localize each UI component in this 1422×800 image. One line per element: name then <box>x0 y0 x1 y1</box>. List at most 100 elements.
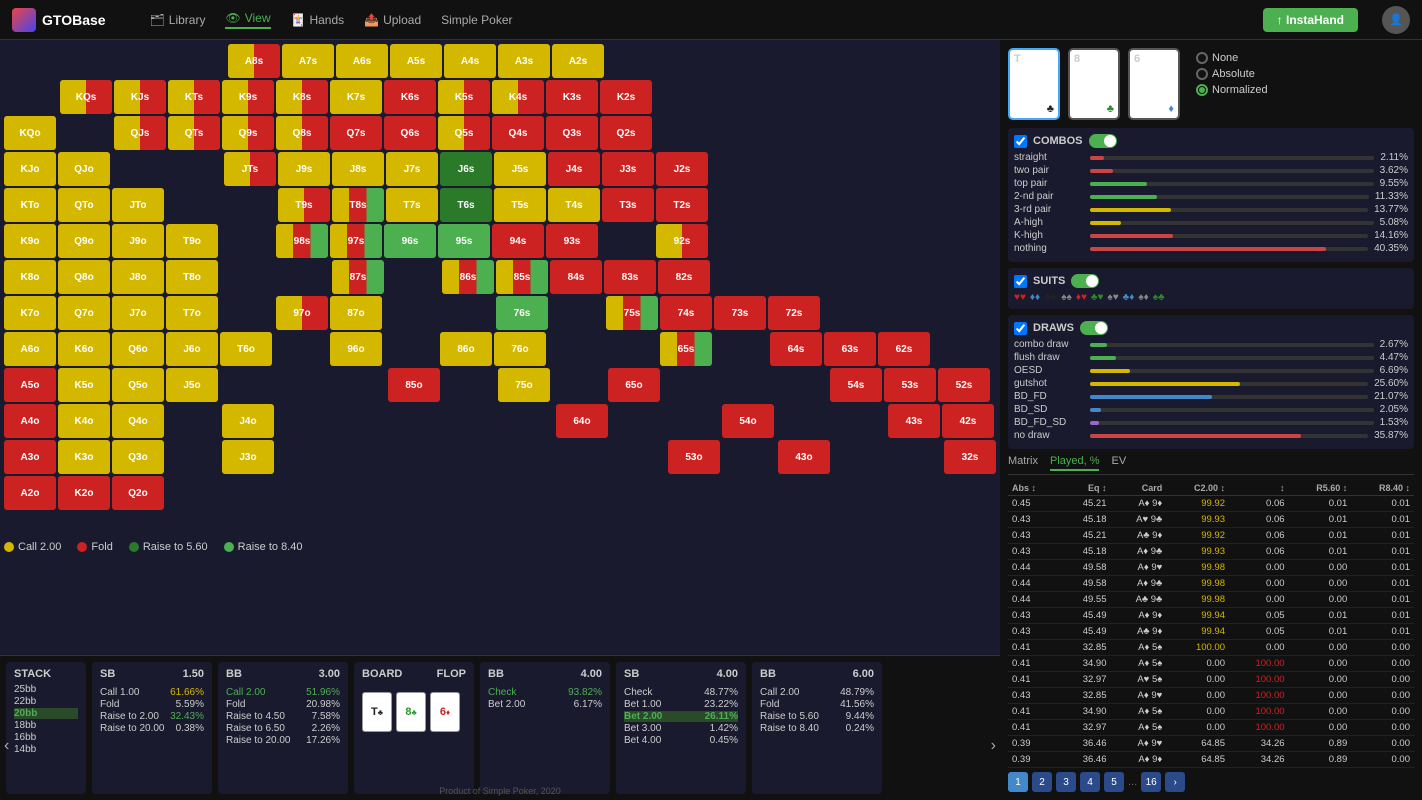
hand-cell[interactable]: T6s <box>440 188 492 222</box>
tab-ev[interactable]: EV <box>1111 455 1126 471</box>
table-row[interactable]: 0.4345.21A♣ 9♦99.920.060.010.01 <box>1008 528 1414 544</box>
hand-cell[interactable]: K4o <box>58 404 110 438</box>
user-avatar[interactable]: 👤 <box>1382 6 1410 34</box>
hand-cell[interactable]: K2o <box>58 476 110 510</box>
hand-cell[interactable]: KJo <box>4 152 56 186</box>
hand-cell[interactable]: J2s <box>656 152 708 186</box>
hand-cell[interactable]: QTo <box>58 188 110 222</box>
stack-16bb[interactable]: 16bb <box>14 732 78 743</box>
hand-cell[interactable]: J8s <box>332 152 384 186</box>
table-row[interactable]: 0.4134.90A♦ 5♠0.00100.000.000.00 <box>1008 656 1414 672</box>
page-1[interactable]: 1 <box>1008 772 1028 792</box>
hand-cell[interactable]: K7s <box>330 80 382 114</box>
hand-cell[interactable]: A4o <box>4 404 56 438</box>
hand-cell[interactable]: J5o <box>166 368 218 402</box>
table-row[interactable]: 0.4036.58A♦ 5♠61.9313.1624.900.00 <box>1008 768 1414 769</box>
hand-cell[interactable]: 86s <box>442 260 494 294</box>
hand-cell[interactable]: A8s <box>228 44 280 78</box>
hand-cell[interactable]: 87o <box>330 296 382 330</box>
hand-cell[interactable]: A5s <box>390 44 442 78</box>
hand-cell[interactable]: KTo <box>4 188 56 222</box>
table-row[interactable]: 0.3936.46A♦ 9♦64.8534.260.890.00 <box>1008 752 1414 768</box>
hand-cell[interactable]: 72s <box>768 296 820 330</box>
hand-cell[interactable]: J8o <box>112 260 164 294</box>
table-row[interactable]: 0.4132.97A♥ 5♠0.00100.000.000.00 <box>1008 672 1414 688</box>
hand-cell[interactable]: K2s <box>600 80 652 114</box>
th-r840[interactable]: R8.40 ↕ <box>1351 481 1414 496</box>
hand-cell[interactable]: K6s <box>384 80 436 114</box>
stack-18bb[interactable]: 18bb <box>14 720 78 731</box>
hand-cell[interactable]: A3o <box>4 440 56 474</box>
hand-cell[interactable]: 43s <box>888 404 940 438</box>
hand-cell[interactable]: 85s <box>496 260 548 294</box>
hand-cell[interactable]: KTs <box>168 80 220 114</box>
hand-cell[interactable]: Q9s <box>222 116 274 150</box>
draws-checkbox[interactable] <box>1014 322 1027 335</box>
hand-cell[interactable]: 64s <box>770 332 822 366</box>
hand-cell[interactable]: 65s <box>660 332 712 366</box>
hand-cell[interactable]: QJs <box>114 116 166 150</box>
table-row[interactable]: 0.4134.90A♦ 5♠0.00100.000.000.00 <box>1008 704 1414 720</box>
table-row[interactable]: 0.3936.46A♦ 9♥64.8534.260.890.00 <box>1008 736 1414 752</box>
hand-cell[interactable]: A2s <box>552 44 604 78</box>
hand-cell[interactable]: 43o <box>778 440 830 474</box>
hand-cell[interactable]: 76o <box>494 332 546 366</box>
hand-cell[interactable]: K6o <box>58 332 110 366</box>
radio-absolute[interactable]: Absolute <box>1196 68 1268 80</box>
th-c200[interactable]: C2.00 ↕ <box>1166 481 1229 496</box>
suits-checkbox[interactable] <box>1014 275 1027 288</box>
page-3[interactable]: 3 <box>1056 772 1076 792</box>
hand-cell[interactable]: 93s <box>546 224 598 258</box>
nav-left-arrow[interactable]: ‹ <box>4 737 9 755</box>
hand-cell[interactable]: Q5o <box>112 368 164 402</box>
page-16[interactable]: 16 <box>1141 772 1161 792</box>
hand-cell[interactable]: Q5s <box>438 116 490 150</box>
hand-cell[interactable]: A4s <box>444 44 496 78</box>
hand-cell[interactable]: K9s <box>222 80 274 114</box>
table-row[interactable]: 0.4449.58A♦ 9♣99.980.000.000.01 <box>1008 576 1414 592</box>
nav-simplepoker[interactable]: Simple Poker <box>441 11 512 29</box>
hand-cell[interactable]: T4s <box>548 188 600 222</box>
hand-cell[interactable]: 63s <box>824 332 876 366</box>
hand-cell[interactable]: 62s <box>878 332 930 366</box>
hand-cell[interactable]: A5o <box>4 368 56 402</box>
draws-toggle[interactable] <box>1080 321 1108 335</box>
hand-cell[interactable]: J4o <box>222 404 274 438</box>
hand-cell[interactable]: 97s <box>330 224 382 258</box>
table-row[interactable]: 0.4449.58A♦ 9♥99.980.000.000.01 <box>1008 560 1414 576</box>
page-4[interactable]: 4 <box>1080 772 1100 792</box>
hand-cell[interactable]: 87s <box>332 260 384 294</box>
logo[interactable]: GTOBase <box>12 8 106 32</box>
hand-cell[interactable]: Q2o <box>112 476 164 510</box>
hand-cell[interactable]: QTs <box>168 116 220 150</box>
hand-cell[interactable]: 96o <box>330 332 382 366</box>
radio-normalized[interactable]: Normalized <box>1196 84 1268 96</box>
nav-library[interactable]: 🗂 Library <box>150 11 206 29</box>
hand-cell[interactable]: J3s <box>602 152 654 186</box>
hand-cell[interactable]: J9o <box>112 224 164 258</box>
hand-cell[interactable]: J5s <box>494 152 546 186</box>
hand-cell[interactable]: 64o <box>556 404 608 438</box>
hand-cell[interactable]: J7o <box>112 296 164 330</box>
hand-cell[interactable]: K9o <box>4 224 56 258</box>
hand-cell[interactable]: KQs <box>60 80 112 114</box>
hand-cell[interactable]: J9s <box>278 152 330 186</box>
nav-view[interactable]: 👁 View <box>225 11 270 29</box>
hand-cell[interactable]: 85o <box>388 368 440 402</box>
hand-cell[interactable]: Q7o <box>58 296 110 330</box>
hand-cell[interactable]: Q9o <box>58 224 110 258</box>
hand-cell[interactable]: K5s <box>438 80 490 114</box>
hand-cell[interactable]: 42s <box>942 404 994 438</box>
hand-cell[interactable]: A7s <box>282 44 334 78</box>
hand-cell[interactable]: K4s <box>492 80 544 114</box>
hand-cell[interactable]: Q8o <box>58 260 110 294</box>
hand-cell[interactable]: Q8s <box>276 116 328 150</box>
hand-cell[interactable]: KQo <box>4 116 56 150</box>
th-r560[interactable]: R5.60 ↕ <box>1289 481 1352 496</box>
hand-cell[interactable]: K5o <box>58 368 110 402</box>
hand-cell[interactable]: T9o <box>166 224 218 258</box>
big-card-T[interactable]: T ♣ <box>1008 48 1060 120</box>
hand-cell[interactable]: K3o <box>58 440 110 474</box>
table-row[interactable]: 0.4345.49A♦ 9♦99.940.050.010.01 <box>1008 608 1414 624</box>
hand-cell[interactable]: J3o <box>222 440 274 474</box>
